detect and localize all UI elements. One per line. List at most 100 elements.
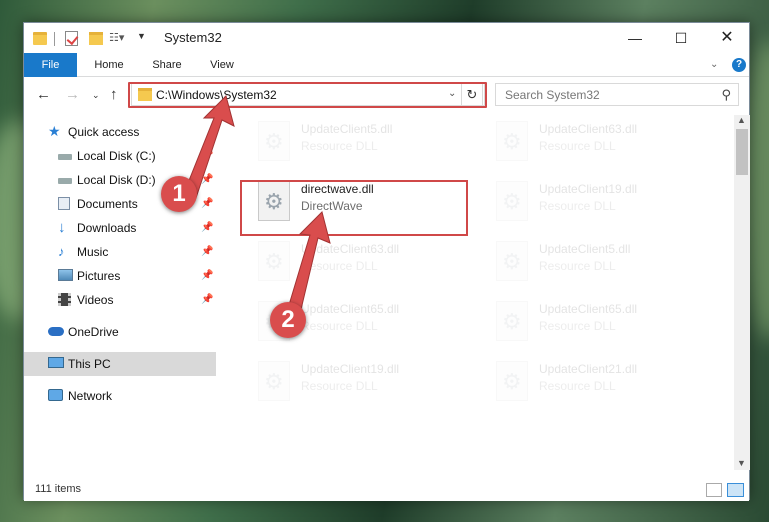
nav-onedrive[interactable]: OneDrive: [24, 320, 216, 344]
cloud-icon: [48, 327, 64, 336]
file-name: UpdateClient19.dll: [301, 362, 400, 376]
nav-item-label: Local Disk (C:): [77, 149, 156, 163]
search-icon[interactable]: ⚲: [721, 87, 731, 103]
file-type: Resource DLL: [539, 259, 616, 273]
file-type: Resource DLL: [539, 139, 616, 153]
customize-toolbar-chevron-icon[interactable]: ▼: [137, 31, 146, 47]
navigation-pane: ★ Quick access Local Disk (C:) 📌 Local D…: [24, 115, 219, 470]
close-button[interactable]: ✕: [704, 23, 750, 53]
file-tile[interactable]: UpdateClient5.dll Resource DLL: [248, 115, 478, 171]
file-tile[interactable]: UpdateClient5.dll Resource DLL: [486, 235, 716, 291]
recent-locations-chevron-icon[interactable]: ⌄: [92, 90, 100, 101]
minimize-button[interactable]: —: [612, 23, 658, 53]
maximize-button[interactable]: ☐: [658, 23, 704, 53]
tab-home[interactable]: Home: [86, 53, 132, 77]
expand-ribbon-chevron-icon[interactable]: ⌄: [710, 59, 718, 70]
file-type: Resource DLL: [301, 379, 378, 393]
search-input[interactable]: Search System32 ⚲: [495, 83, 739, 106]
back-arrow-icon[interactable]: ←: [36, 86, 51, 103]
file-tile[interactable]: UpdateClient63.dll Resource DLL: [486, 115, 716, 171]
scroll-up-icon[interactable]: ▲: [737, 115, 746, 125]
tab-view[interactable]: View: [200, 53, 244, 77]
downloads-icon: ↓: [58, 219, 66, 236]
file-name: UpdateClient21.dll: [539, 362, 638, 376]
pin-icon: 📌: [201, 294, 214, 305]
scroll-down-icon[interactable]: ▼: [737, 458, 746, 468]
nav-item-label: Pictures: [77, 269, 121, 283]
pin-icon: 📌: [201, 222, 214, 233]
dll-file-icon: [496, 361, 528, 401]
status-bar: 111 items: [24, 479, 749, 501]
quick-access-separator: [54, 32, 55, 46]
dll-file-icon: [496, 121, 528, 161]
tiles-view-icon[interactable]: [727, 483, 744, 497]
dll-file-icon: [258, 121, 290, 161]
nav-item-label: Local Disk (D:): [77, 173, 156, 187]
file-type: Resource DLL: [301, 259, 378, 273]
file-type: Resource DLL: [539, 379, 616, 393]
title-bar: ☷▾ ▼ System32 — ☐ ✕: [24, 23, 749, 53]
file-tile[interactable]: UpdateClient65.dll Resource DLL: [486, 295, 716, 351]
window-title: System32: [164, 30, 222, 45]
tab-share[interactable]: Share: [141, 53, 193, 77]
details-view-icon[interactable]: [706, 483, 722, 497]
nav-item-pictures[interactable]: Pictures 📌: [24, 264, 216, 288]
address-bar-highlight: [128, 82, 487, 108]
scrollbar-thumb[interactable]: [736, 129, 748, 175]
file-list: UpdateClient5.dll Resource DLL directwav…: [238, 115, 734, 470]
vertical-scrollbar[interactable]: ▲ ▼: [734, 115, 750, 470]
pin-icon: 📌: [201, 246, 214, 257]
nav-this-pc[interactable]: This PC: [24, 352, 216, 376]
up-arrow-icon[interactable]: ↑: [110, 86, 118, 103]
dll-file-icon: [496, 181, 528, 221]
dll-file-icon: [496, 301, 528, 341]
nav-item-downloads[interactable]: ↓ Downloads 📌: [24, 216, 216, 240]
file-name: UpdateClient65.dll: [301, 302, 400, 316]
nav-quick-access-label: Quick access: [68, 125, 140, 139]
dll-file-icon: [496, 241, 528, 281]
file-type: Resource DLL: [539, 199, 616, 213]
file-type: Resource DLL: [301, 139, 378, 153]
file-type: Resource DLL: [539, 319, 616, 333]
file-tile[interactable]: UpdateClient19.dll Resource DLL: [248, 355, 478, 411]
pictures-icon: [58, 269, 73, 281]
dll-file-icon: [258, 361, 290, 401]
step-1-badge: 1: [161, 176, 197, 212]
properties-check-icon[interactable]: [65, 31, 78, 46]
pin-icon: 📌: [201, 174, 214, 185]
nav-onedrive-label: OneDrive: [68, 325, 119, 339]
nav-network[interactable]: Network: [24, 384, 216, 408]
music-icon: ♪: [58, 244, 65, 259]
nav-item-videos[interactable]: Videos 📌: [24, 288, 216, 312]
nav-item-label: Videos: [77, 293, 114, 307]
new-folder-icon[interactable]: [89, 32, 103, 45]
nav-item-local-disk-c[interactable]: Local Disk (C:) 📌: [24, 144, 216, 168]
file-type: Resource DLL: [301, 319, 378, 333]
nav-this-pc-label: This PC: [68, 357, 111, 371]
file-tile[interactable]: UpdateClient63.dll Resource DLL: [248, 235, 478, 291]
pin-icon: 📌: [201, 150, 214, 161]
file-highlight: [240, 180, 468, 236]
file-explorer-window: ☷▾ ▼ System32 — ☐ ✕ File Home Share View…: [23, 22, 750, 501]
nav-item-music[interactable]: ♪ Music 📌: [24, 240, 216, 264]
tab-file[interactable]: File: [24, 53, 77, 77]
nav-quick-access[interactable]: ★ Quick access: [24, 120, 216, 144]
videos-icon: [58, 293, 71, 306]
view-options-icon[interactable]: ☷▾: [109, 31, 127, 45]
drive-icon: [58, 154, 72, 160]
item-count: 111 items: [35, 483, 82, 495]
folder-icon: [33, 32, 47, 45]
ribbon-tabs: File Home Share View ⌄ ?: [24, 53, 749, 77]
file-name: UpdateClient19.dll: [539, 182, 638, 196]
pin-icon: 📌: [201, 198, 214, 209]
file-tile[interactable]: UpdateClient21.dll Resource DLL: [486, 355, 716, 411]
star-icon: ★: [48, 123, 61, 139]
help-icon[interactable]: ?: [732, 58, 746, 72]
documents-icon: [58, 197, 70, 210]
forward-arrow-icon[interactable]: →: [65, 86, 80, 103]
nav-item-label: Downloads: [77, 221, 137, 235]
nav-item-label: Music: [77, 245, 109, 259]
file-name: UpdateClient5.dll: [539, 242, 631, 256]
file-tile[interactable]: UpdateClient19.dll Resource DLL: [486, 175, 716, 231]
dll-file-icon: [258, 241, 290, 281]
